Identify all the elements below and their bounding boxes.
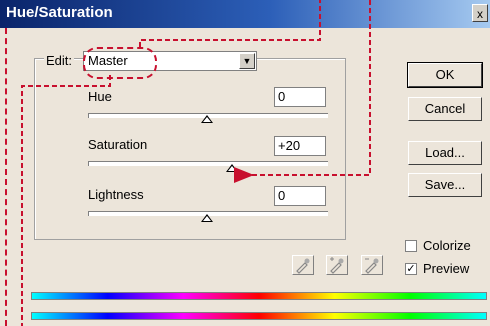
annotation-line-left (21, 75, 111, 326)
annotation-arrow-saturation (234, 0, 371, 183)
annotation-line-top (139, 0, 321, 47)
hue-saturation-dialog: Hue/Saturation x Edit: Master ▼ Hue 0 Sa… (0, 0, 490, 326)
annotation-callouts (21, 0, 371, 326)
